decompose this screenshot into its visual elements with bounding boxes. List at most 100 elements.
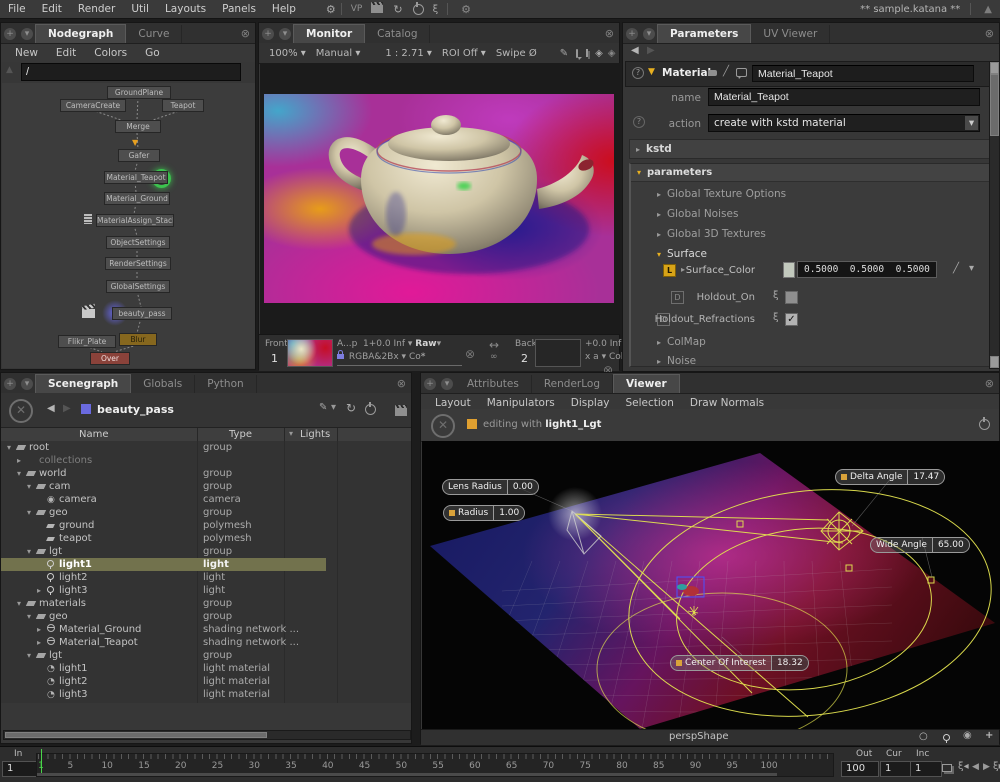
cur-field[interactable]: 1 <box>880 761 912 777</box>
group-surface[interactable]: ▾Surface <box>631 240 991 260</box>
tab-catalog[interactable]: Catalog <box>365 25 430 43</box>
in-field[interactable]: 1 <box>2 761 38 777</box>
scenegraph-row-light3[interactable]: ◔light3light material <box>1 688 411 701</box>
pane-split-button[interactable] <box>4 28 16 40</box>
history-forward-icon[interactable]: ▶ <box>647 45 655 56</box>
scenegraph-row-light1[interactable]: ◔light1light material <box>1 662 411 675</box>
scenegraph-row-lgt[interactable]: ▾lgtgroup <box>1 545 411 558</box>
scenegraph-row-cam[interactable]: ▾camgroup <box>1 480 411 493</box>
group-global-texture-options[interactable]: ▸Global Texture Options <box>631 182 991 200</box>
roi-dropdown[interactable]: ROI Off ▾ <box>442 48 486 59</box>
node-GlobalSettings[interactable]: GlobalSettings <box>106 280 170 293</box>
scenegraph-row-geo[interactable]: ▾geogroup <box>1 610 411 623</box>
link-icon[interactable] <box>490 352 498 362</box>
scenegraph-row-light1[interactable]: light1light <box>1 558 411 571</box>
pane-split-button[interactable] <box>424 378 436 390</box>
expander-icon[interactable]: ▸ <box>37 636 47 649</box>
menu-util[interactable]: Util <box>123 3 157 15</box>
expander-icon[interactable]: ▸ <box>17 454 27 467</box>
expander-icon[interactable]: ▾ <box>27 545 37 558</box>
settings-gear-icon[interactable] <box>326 3 336 16</box>
node-Material_Teapot[interactable]: Material_Teapot <box>104 171 168 184</box>
node-ObjectSettings[interactable]: ObjectSettings <box>106 236 170 249</box>
menu-panels[interactable]: Panels <box>214 3 264 15</box>
pane-split-button[interactable] <box>262 28 274 40</box>
add-view-icon[interactable] <box>985 730 993 741</box>
menu-edit[interactable]: Edit <box>34 3 70 15</box>
tab-parameters[interactable]: Parameters <box>657 24 751 43</box>
help-icon[interactable]: ? <box>632 67 644 79</box>
node-Material_Ground[interactable]: Material_Ground <box>104 192 170 205</box>
menu-layouts[interactable]: Layouts <box>157 3 214 15</box>
scrollbar-up-arrow[interactable] <box>990 62 999 74</box>
close-pane-icon[interactable] <box>985 27 999 43</box>
menu-help[interactable]: Help <box>264 3 304 15</box>
scenegraph-row-geo[interactable]: ▾geogroup <box>1 506 411 519</box>
tab-renderlog[interactable]: RenderLog <box>532 375 613 393</box>
manipulator-pill-wide-angle[interactable]: Wide Angle65.00 <box>870 537 970 553</box>
scrollbar-thumb[interactable] <box>990 74 999 136</box>
expander-icon[interactable]: ▸ <box>37 584 47 597</box>
power-icon[interactable] <box>365 404 376 415</box>
tab-monitor[interactable]: Monitor <box>293 24 365 43</box>
scenegraph-row-camera[interactable]: ◉cameracamera <box>1 493 411 506</box>
node-Blur[interactable]: Blur <box>119 333 157 346</box>
column-lights-arrow[interactable]: ▾ <box>289 429 293 438</box>
out-field[interactable]: 100 <box>841 761 879 777</box>
scenegraph-row-materials[interactable]: ▾materialsgroup <box>1 597 411 610</box>
kstd-section-header[interactable]: ▸kstd <box>629 139 991 159</box>
tab-attributes[interactable]: Attributes <box>455 375 532 393</box>
parameters-section-header[interactable]: ▾parameters <box>631 164 991 182</box>
node-name-field[interactable] <box>752 65 974 82</box>
scenegraph-row-light2[interactable]: ◔light2light material <box>1 675 411 688</box>
stop-editing-icon[interactable]: ✕ <box>431 414 455 438</box>
pane-menu-button[interactable] <box>643 28 655 40</box>
expand-node-icon[interactable]: ▼ <box>648 67 655 77</box>
look-through-icon[interactable] <box>963 730 972 741</box>
step-back-icon[interactable]: ◀ <box>972 762 979 772</box>
swap-front-back-icon[interactable] <box>489 338 499 352</box>
render-slate-icon[interactable] <box>395 408 407 416</box>
pane-menu-button[interactable] <box>21 28 33 40</box>
group-noise[interactable]: ▸Noise <box>657 355 696 367</box>
scenegraph-row-Material_Ground[interactable]: ▸Material_Groundshading network ... <box>1 623 411 636</box>
scenegraph-row-lgt[interactable]: ▾lgtgroup <box>1 649 411 662</box>
ruler-scroll-strip[interactable] <box>37 773 777 776</box>
viewer-menu-layout[interactable]: Layout <box>435 397 471 409</box>
nodegraph-canvas[interactable]: ▼ GroundPlaneCameraCreateTeapotMergeGafe… <box>2 83 255 368</box>
vp-toggle[interactable]: VP <box>351 4 363 14</box>
update-mode-dropdown[interactable]: Manual ▾ <box>316 48 361 59</box>
viewer-menu-selection[interactable]: Selection <box>626 397 674 409</box>
tab-uv-viewer[interactable]: UV Viewer <box>751 25 830 43</box>
shading-tag-icon[interactable] <box>708 70 717 76</box>
expander-icon[interactable]: ▾ <box>17 467 27 480</box>
ng-menu-edit[interactable]: Edit <box>56 47 76 59</box>
inc-field[interactable]: 1 <box>910 761 942 777</box>
pane-menu-button[interactable] <box>441 378 453 390</box>
zoom-dropdown[interactable]: 100% ▾ <box>269 48 306 59</box>
expander-icon[interactable]: ▾ <box>27 480 37 493</box>
state-icon[interactable] <box>773 312 779 323</box>
column-name[interactable]: Name <box>79 429 109 440</box>
isolate-icon[interactable]: ○ <box>919 731 928 742</box>
expander-icon[interactable]: ▾ <box>27 610 37 623</box>
pane-menu-button[interactable] <box>279 28 291 40</box>
column-type[interactable]: Type <box>229 429 252 440</box>
comment-icon[interactable] <box>576 49 578 58</box>
ratio-dropdown[interactable]: 1 : 2.71 ▾ <box>385 48 432 59</box>
scenegraph-row-teapot[interactable]: teapotpolymesh <box>1 532 411 545</box>
light-icon[interactable] <box>943 734 950 741</box>
compare-icon[interactable] <box>608 48 616 59</box>
node-Teapot[interactable]: Teapot <box>162 99 204 112</box>
menu-file[interactable]: File <box>0 3 34 15</box>
expander-icon[interactable]: ▾ <box>27 506 37 519</box>
scenegraph-row-root[interactable]: ▾rootgroup <box>1 441 411 454</box>
eyedropper-icon[interactable] <box>953 263 959 274</box>
front-info-line1[interactable]: A...p 1+0.0 Inf ▾ Raw▾ <box>337 339 441 349</box>
viewer-menu-manipulators[interactable]: Manipulators <box>487 397 555 409</box>
front-info-line2[interactable]: RGBA&2Bx ▾ Co* <box>337 352 425 362</box>
node-GroundPlane[interactable]: GroundPlane <box>107 86 171 99</box>
layers-icon[interactable] <box>586 49 588 57</box>
monitor-image-area[interactable] <box>260 63 620 334</box>
close-pane-icon[interactable] <box>397 377 411 393</box>
